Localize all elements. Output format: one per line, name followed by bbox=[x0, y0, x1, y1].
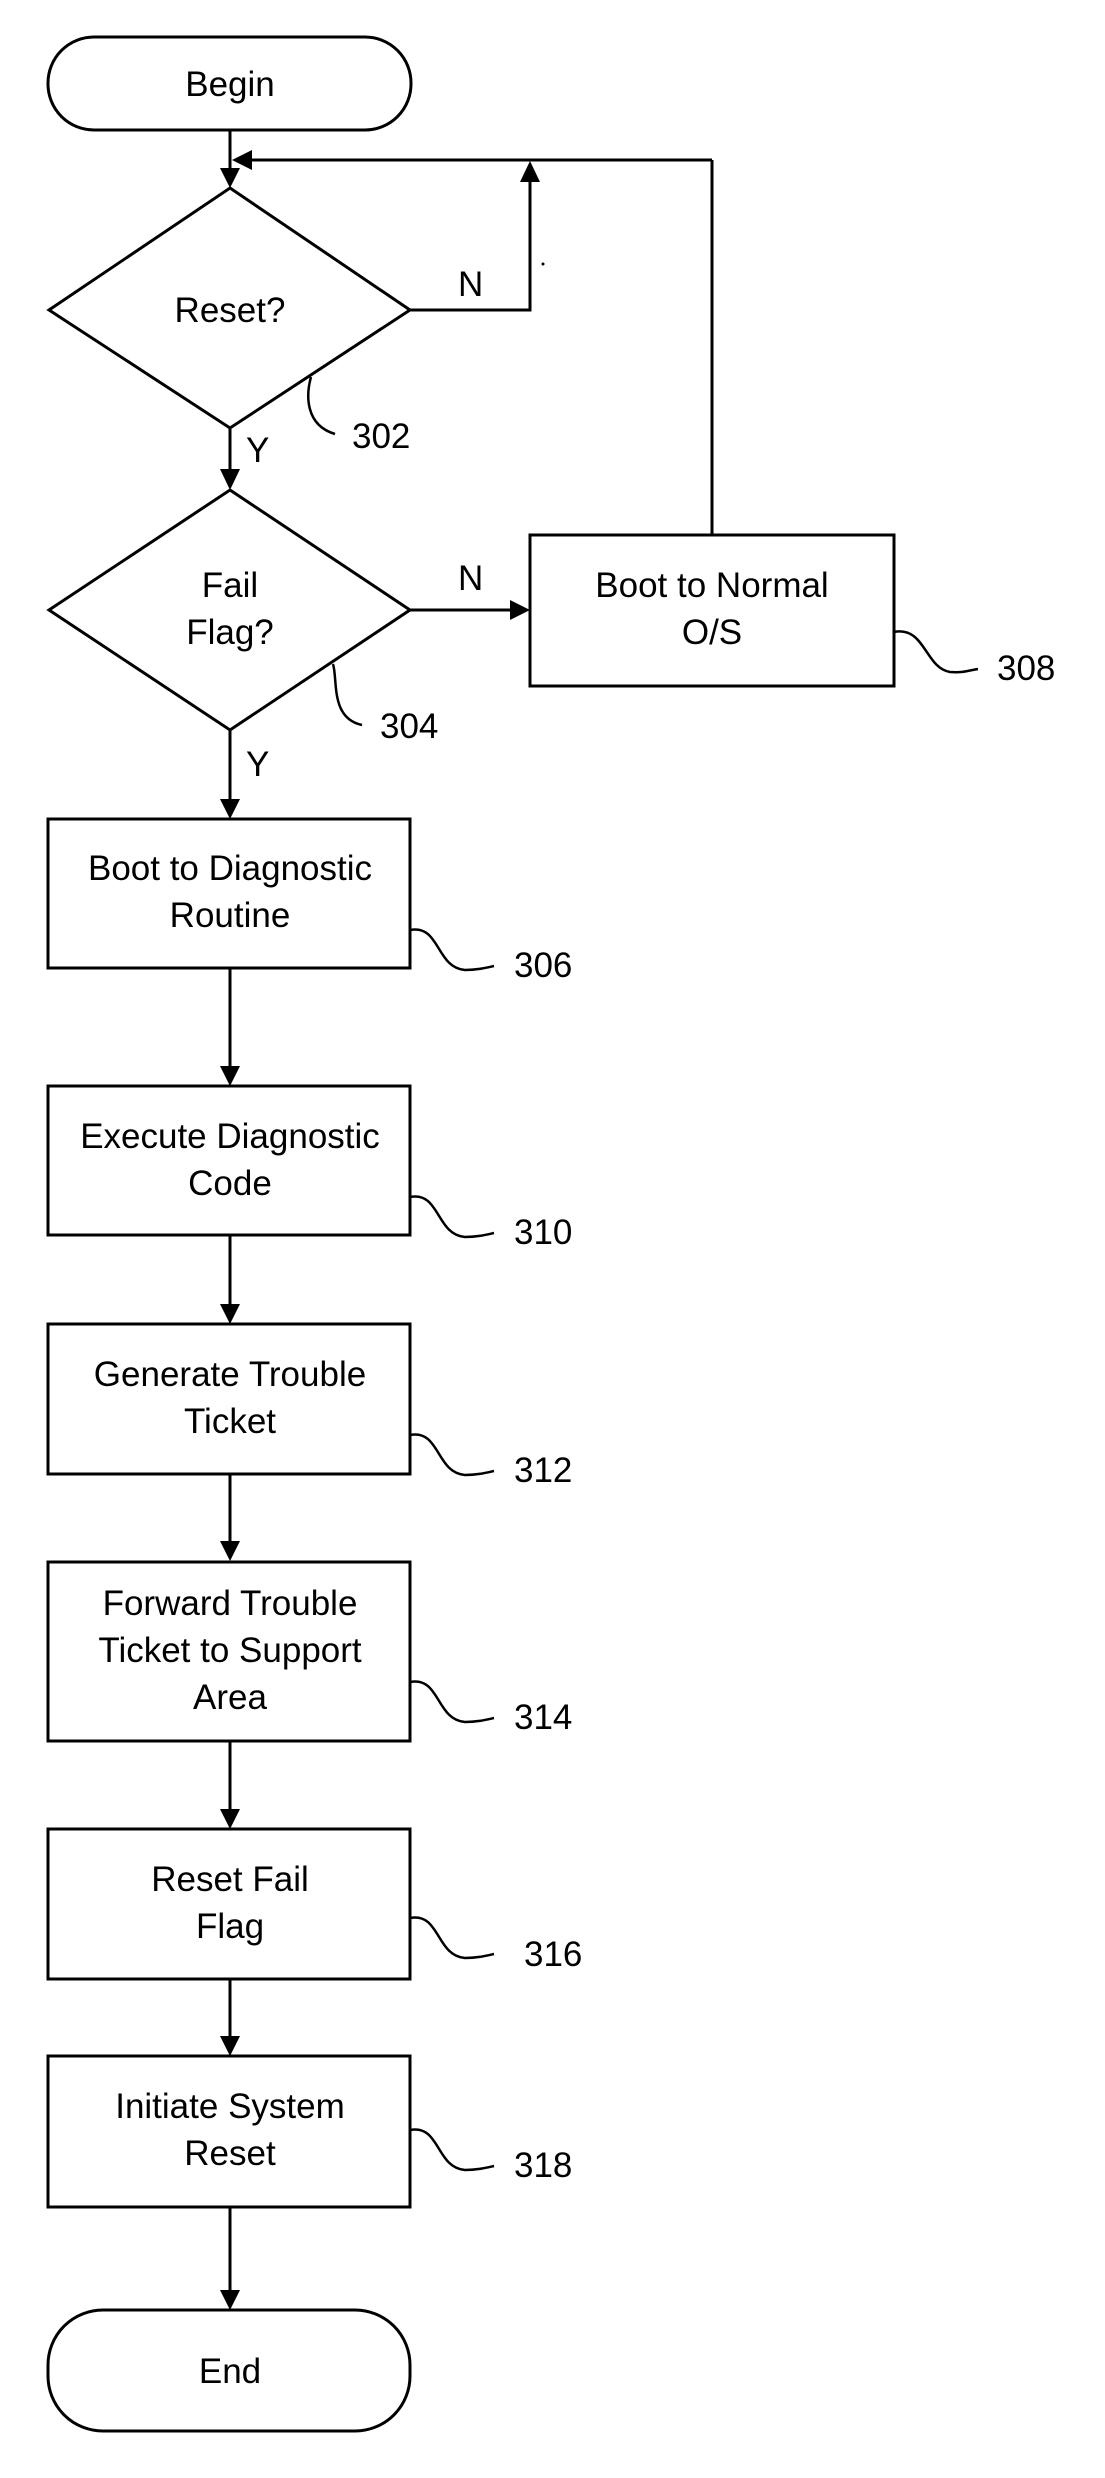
node-label: Boot to Normal bbox=[595, 566, 828, 605]
leader-316 bbox=[409, 1916, 495, 1960]
branch-label-fail-no: N bbox=[458, 559, 483, 598]
stray-dot bbox=[541, 262, 545, 266]
node-reset-fail-flag: Reset Fail Flag bbox=[46, 1827, 412, 1981]
node-label: Reset bbox=[184, 2134, 276, 2173]
node-label: Execute Diagnostic bbox=[80, 1117, 380, 1156]
arrowhead-right-icon bbox=[510, 600, 530, 620]
node-label: Flag? bbox=[186, 613, 274, 652]
node-label: Boot to Diagnostic bbox=[88, 849, 372, 888]
node-label: Generate Trouble bbox=[94, 1355, 366, 1394]
node-begin: Begin bbox=[46, 35, 413, 132]
branch-label-reset-no: N bbox=[458, 265, 483, 304]
ref-label-314: 314 bbox=[514, 1698, 572, 1737]
node-end: End bbox=[46, 2308, 412, 2433]
ref-label-308: 308 bbox=[997, 649, 1055, 688]
node-label: Ticket to Support bbox=[98, 1631, 362, 1670]
leader-310 bbox=[409, 1195, 495, 1239]
ref-label-316: 316 bbox=[524, 1935, 582, 1974]
node-label: O/S bbox=[682, 613, 742, 652]
process-shape bbox=[46, 1084, 412, 1237]
leader-308 bbox=[893, 630, 979, 674]
node-label: Routine bbox=[170, 896, 291, 935]
leader-318 bbox=[409, 2128, 495, 2172]
ref-label-306: 306 bbox=[514, 946, 572, 985]
process-shape bbox=[46, 2054, 412, 2209]
branch-label-fail-yes: Y bbox=[246, 745, 269, 784]
node-initiate-reset: Initiate System Reset bbox=[46, 2054, 412, 2209]
node-label: Initiate System bbox=[115, 2087, 345, 2126]
arrowhead-down-icon bbox=[220, 1541, 240, 1561]
arrowhead-left-icon bbox=[232, 150, 252, 170]
arrowhead-down-icon bbox=[220, 1809, 240, 1829]
node-reset-decision: Reset? bbox=[46, 186, 413, 430]
arrowhead-down-icon bbox=[220, 1066, 240, 1086]
node-label: Code bbox=[188, 1164, 272, 1203]
node-label: Reset? bbox=[175, 291, 286, 330]
arrowhead-down-icon bbox=[220, 799, 240, 819]
leader-312 bbox=[409, 1433, 495, 1477]
flowchart: Begin Reset? Fail Flag? Boot to Normal O… bbox=[46, 35, 1055, 2433]
branch-label-reset-yes: Y bbox=[246, 431, 269, 470]
node-label: Area bbox=[193, 1678, 267, 1717]
process-shape bbox=[46, 1322, 412, 1476]
ref-label-304: 304 bbox=[380, 707, 438, 746]
arrowhead-down-icon bbox=[220, 469, 240, 490]
node-label: Forward Trouble bbox=[103, 1584, 358, 1623]
arrowhead-down-icon bbox=[220, 168, 240, 188]
node-boot-normal: Boot to Normal O/S bbox=[528, 533, 896, 688]
leader-306 bbox=[409, 928, 495, 972]
leader-304 bbox=[331, 663, 363, 727]
arrowhead-down-icon bbox=[220, 2036, 240, 2056]
node-label: Reset Fail bbox=[151, 1860, 309, 1899]
node-generate-ticket: Generate Trouble Ticket bbox=[46, 1322, 412, 1476]
arrowhead-up-icon bbox=[520, 161, 540, 182]
node-label: Fail bbox=[202, 566, 258, 605]
ref-label-318: 318 bbox=[514, 2146, 572, 2185]
ref-label-302: 302 bbox=[352, 417, 410, 456]
process-shape bbox=[46, 1827, 412, 1981]
decision-shape bbox=[46, 488, 413, 732]
process-shape bbox=[528, 533, 896, 688]
node-label: Begin bbox=[185, 65, 275, 104]
node-label: Flag bbox=[196, 1907, 264, 1946]
node-label: End bbox=[199, 2352, 261, 2391]
node-label: Ticket bbox=[184, 1402, 276, 1441]
leader-314 bbox=[409, 1680, 495, 1724]
ref-label-312: 312 bbox=[514, 1451, 572, 1490]
node-execute-diagnostic: Execute Diagnostic Code bbox=[46, 1084, 412, 1237]
ref-label-310: 310 bbox=[514, 1213, 572, 1252]
node-forward-ticket: Forward Trouble Ticket to Support Area bbox=[46, 1560, 412, 1743]
arrowhead-down-icon bbox=[220, 2290, 240, 2310]
node-boot-diagnostic: Boot to Diagnostic Routine bbox=[46, 817, 412, 970]
leader-302 bbox=[307, 376, 336, 436]
process-shape bbox=[46, 817, 412, 970]
arrowhead-down-icon bbox=[220, 1304, 240, 1324]
node-fail-flag-decision: Fail Flag? bbox=[46, 488, 413, 732]
